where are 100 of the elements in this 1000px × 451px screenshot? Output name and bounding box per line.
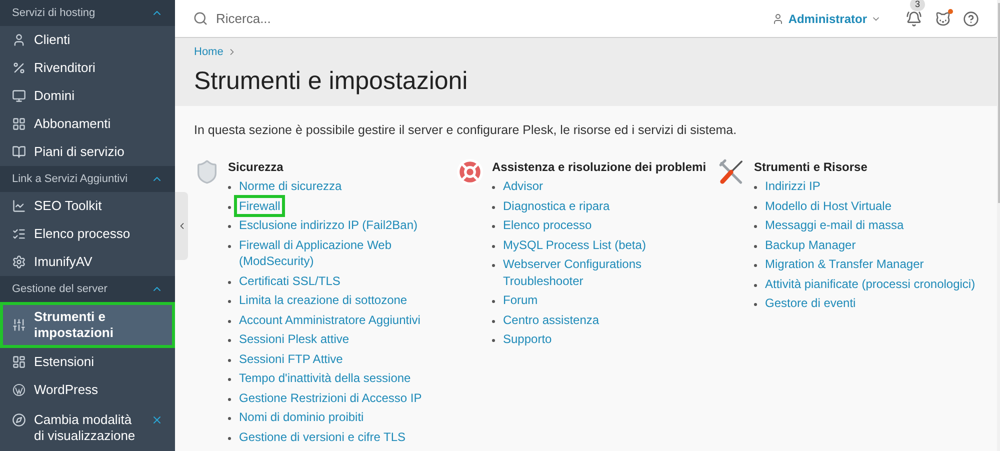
user-menu[interactable]: Administrator [772,10,881,28]
section-title: Sicurezza [228,158,284,176]
bullet-icon [228,398,231,401]
bullet-icon [492,320,495,323]
section-link[interactable]: Attività pianificate (processi cronologici) [765,276,976,292]
cat-icon [935,10,951,26]
section-link[interactable]: Webserver Configurations Troubleshooter [503,256,718,290]
section-title: Assistenza e risoluzione dei problemi [492,158,708,176]
sidebar-item[interactable]: Elenco processo [0,220,175,248]
section-link[interactable]: Sessioni FTP Attive [239,350,343,368]
sidebar-item[interactable]: Rivenditori [0,54,175,82]
compass-icon [12,413,26,427]
sidebar-item[interactable]: Piani di servizio [0,138,175,166]
sidebar-item[interactable]: Domini [0,82,175,110]
cat-button[interactable] [935,10,951,26]
section-link[interactable]: Account Amministratore Aggiuntivi [239,312,420,328]
checklist-icon [12,227,26,241]
section-link[interactable]: MySQL Process List (beta) [503,236,646,254]
section-link[interactable]: Firewall [234,194,286,218]
section-link[interactable]: Tempo d'inattività della sessione [239,370,411,387]
view-mode-link[interactable]: Cambia modalità di visualizzazione [34,412,143,444]
section-link[interactable]: Gestione Restrizioni di Accesso IP [239,390,422,406]
bullet-icon [228,378,231,382]
grid-icon [12,117,26,131]
bullet-icon [492,339,495,342]
bullet-icon [754,225,757,228]
bullet-icon [228,358,231,362]
section-link[interactable]: Diagnostica e ripara [503,198,610,214]
bullet-icon [754,264,757,268]
user-icon [12,33,26,47]
bell-icon [906,10,922,26]
notification-count: 3 [910,0,926,10]
bullet-icon [754,186,757,190]
section-link[interactable]: Firewall di Applicazione Web (ModSecurity) [239,236,456,270]
bullet-icon [754,284,757,287]
blocks-icon [12,355,26,369]
sidebar-item[interactable]: Clienti [0,26,175,54]
section-link[interactable]: Gestione di versioni e cifre TLS [239,428,406,446]
page-title: Strumenti e impostazioni [194,66,469,96]
sidebar-group-header[interactable]: Link a Servizi Aggiuntivi [0,166,175,192]
section-link[interactable]: Supporto [503,331,552,348]
book-icon [12,145,26,159]
section-link[interactable]: Backup Manager [765,236,856,254]
section-link[interactable]: Indirizzi IP [765,178,820,195]
section-link[interactable]: Migration & Transfer Manager [765,256,924,273]
bullet-icon [492,186,495,190]
section-link[interactable]: Norme di sicurezza [239,178,342,195]
bullet-icon [228,186,231,190]
section-link[interactable]: Sessioni Plesk attive [239,331,350,348]
bullet-icon [754,244,757,248]
gear-icon [12,255,26,269]
bullet-icon [754,206,757,209]
page-description: In questa sezione è possibile gestire il server e configurare Plesk, le risorse ed i servizi di sistema. [194,122,738,139]
sidebar-group-header[interactable]: Servizi di hosting [0,0,175,26]
bullet-icon [228,206,231,209]
bullet-icon [228,280,231,284]
sidebar-item[interactable]: WordPress [0,376,175,404]
sidebar-item[interactable]: ImunifyAV [0,248,175,276]
sliders-icon [12,318,26,332]
breadcrumb-link[interactable]: Home [194,44,224,60]
section-link[interactable]: Limita la creazione di sottozone [239,292,408,309]
sidebar-item[interactable]: Abbonamenti [0,110,175,138]
bullet-icon [492,300,495,304]
section-link[interactable]: Forum [503,292,538,309]
percent-icon [12,61,26,75]
section-link[interactable]: Nomi di dominio proibiti [239,409,364,426]
circle-w-icon [12,383,26,397]
bullet-icon [228,417,231,420]
bullet-icon [228,300,231,304]
search-field[interactable]: Ricerca... [216,8,416,28]
monitor-icon [12,89,26,103]
sidebar-item[interactable]: Estensioni [0,348,175,376]
section-link[interactable]: Messaggi e-mail di massa [765,217,904,234]
section-link[interactable]: Centro assistenza [503,312,600,328]
search-icon [193,11,208,26]
section-link[interactable]: Esclusione indirizzo IP (Fail2Ban) [239,217,418,234]
user-icon [772,12,784,24]
section-link[interactable]: Elenco processo [503,217,592,234]
bullet-icon [492,264,495,268]
chart-icon [12,199,26,213]
close-icon[interactable] [151,414,163,426]
bullet-icon [754,303,757,306]
notifications-button[interactable] [905,10,923,28]
section-link[interactable]: Certificati SSL/TLS [239,272,340,290]
section-title: Strumenti e Risorse [754,158,868,176]
bullet-icon [492,225,495,228]
bullet-icon [228,339,231,342]
bullet-icon [228,436,231,440]
section-link[interactable]: Modello di Host Virtuale [765,198,892,214]
sidebar-item[interactable]: SEO Toolkit [0,192,175,220]
bullet-icon [228,225,231,228]
sidebar-group-header[interactable]: Gestione del server [0,276,175,302]
section-link[interactable]: Advisor [503,178,544,195]
sidebar-item[interactable]: Strumenti e impostazioni [0,302,175,348]
bullet-icon [492,244,495,248]
lifebuoy-icon [456,158,484,186]
bullet-icon [228,320,231,323]
bullet-icon [492,206,495,209]
section-link[interactable]: Gestore di eventi [765,295,856,312]
help-icon[interactable] [963,10,979,26]
